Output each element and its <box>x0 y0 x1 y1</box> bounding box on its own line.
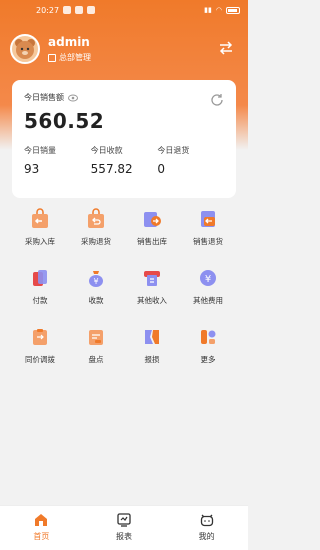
grid-item-purchase-in[interactable]: 采购入库 <box>12 208 68 247</box>
switch-icon[interactable] <box>218 40 234 56</box>
grid-item-other-expense[interactable]: ¥ 其他费用 <box>180 267 236 306</box>
stat-value: 93 <box>24 162 40 176</box>
avatar[interactable] <box>10 34 40 64</box>
grid-label: 报损 <box>144 355 160 364</box>
notification-icon <box>63 6 72 14</box>
grid-label: 付款 <box>32 296 48 305</box>
grid-item-more[interactable]: 更多 <box>180 326 236 365</box>
status-time: 20:27 <box>36 5 60 15</box>
stat-value: 557.82 <box>90 162 133 176</box>
grid-label: 收款 <box>88 296 104 305</box>
daily-stats: 今日销量 93 今日收款 557.82 今日退货 0 <box>24 145 224 176</box>
grid-item-receipt[interactable]: ¥ 收款 <box>68 267 124 306</box>
grid-label: 更多 <box>200 355 216 364</box>
grid-item-other-income[interactable]: 其他收入 <box>124 267 180 306</box>
grid-label: 其他费用 <box>193 296 223 305</box>
notification-icon <box>87 6 96 14</box>
stat-receipts: 今日收款 557.82 <box>91 145 158 176</box>
svg-text:¥: ¥ <box>205 274 211 285</box>
nav-item-report[interactable]: 报表 <box>83 506 166 550</box>
purchase-return-icon <box>88 208 104 228</box>
stat-value: 0 <box>157 162 165 176</box>
grid-item-purchase-return[interactable]: 采购退货 <box>68 208 124 247</box>
grid-item-payment[interactable]: 付款 <box>12 267 68 306</box>
grid-label: 其他收入 <box>137 296 167 305</box>
stat-label: 今日收款 <box>90 146 123 155</box>
nav-label: 首页 <box>33 532 50 541</box>
wifi-icon: ◠ <box>215 6 222 14</box>
grid-item-loss-report[interactable]: 报损 <box>124 326 180 365</box>
stat-sales-volume: 今日销量 93 <box>24 145 91 176</box>
other-expense-icon: ¥ <box>200 270 216 286</box>
grid-label: 采购退货 <box>81 237 111 246</box>
function-grid: 采购入库 采购退货 销售出库 销售退货 付款 ¥ 收款 其他收入 ¥ 其他费用 … <box>12 208 236 365</box>
bear-avatar-icon <box>15 39 35 59</box>
profile-header: admin 总部管理 <box>10 32 238 66</box>
refresh-icon[interactable] <box>210 92 224 106</box>
profile-icon <box>200 514 213 527</box>
inventory-icon <box>89 330 103 345</box>
sales-title: 今日销售额 <box>24 93 64 102</box>
grid-label: 采购入库 <box>25 237 55 246</box>
role-text: 总部管理 <box>59 53 91 62</box>
svg-text:¥: ¥ <box>93 277 98 286</box>
stat-returns: 今日退货 0 <box>157 145 224 176</box>
grid-item-inventory[interactable]: 盘点 <box>68 326 124 365</box>
battery-icon <box>226 6 240 14</box>
nav-label: 报表 <box>116 532 132 541</box>
other-income-icon <box>144 271 160 286</box>
grid-label: 销售出库 <box>137 237 167 246</box>
home-icon <box>35 514 48 526</box>
nav-item-home[interactable]: 首页 <box>0 506 83 550</box>
grid-label: 销售退货 <box>193 237 223 246</box>
stat-label: 今日销量 <box>24 146 56 155</box>
grid-item-transfer[interactable]: 同价调拨 <box>12 326 68 365</box>
transfer-icon <box>33 329 47 345</box>
sales-out-icon <box>144 212 161 227</box>
sales-return-icon <box>201 211 215 227</box>
grid-item-sales-out[interactable]: 销售出库 <box>124 208 180 247</box>
receipt-icon: ¥ <box>89 271 103 287</box>
signal-icon: ▮▮ <box>204 6 212 14</box>
more-icon <box>201 330 216 344</box>
grid-label: 同价调拨 <box>25 355 55 364</box>
purchase-in-icon <box>32 208 48 228</box>
eye-icon[interactable] <box>68 94 78 102</box>
role-icon <box>48 53 56 62</box>
bottom-nav: 首页 报表 我的 <box>0 505 248 550</box>
sales-summary-card: 今日销售额 560.52 今日销量 93 今日收款 557.82 今日退货 0 <box>12 80 236 198</box>
stat-label: 今日退货 <box>157 146 190 155</box>
nav-label: 我的 <box>198 532 215 541</box>
username: admin <box>48 35 90 49</box>
notification-icon <box>75 6 84 14</box>
role-label: 总部管理 <box>48 52 91 63</box>
grid-label: 盘点 <box>88 355 104 364</box>
nav-item-profile[interactable]: 我的 <box>165 506 248 550</box>
report-icon <box>117 513 131 527</box>
loss-report-icon <box>145 330 159 344</box>
payment-icon <box>33 270 47 286</box>
sales-amount: 560.52 <box>24 109 105 133</box>
status-bar: 20:27 ▮▮ ◠ <box>0 0 248 20</box>
grid-item-sales-return[interactable]: 销售退货 <box>180 208 236 247</box>
